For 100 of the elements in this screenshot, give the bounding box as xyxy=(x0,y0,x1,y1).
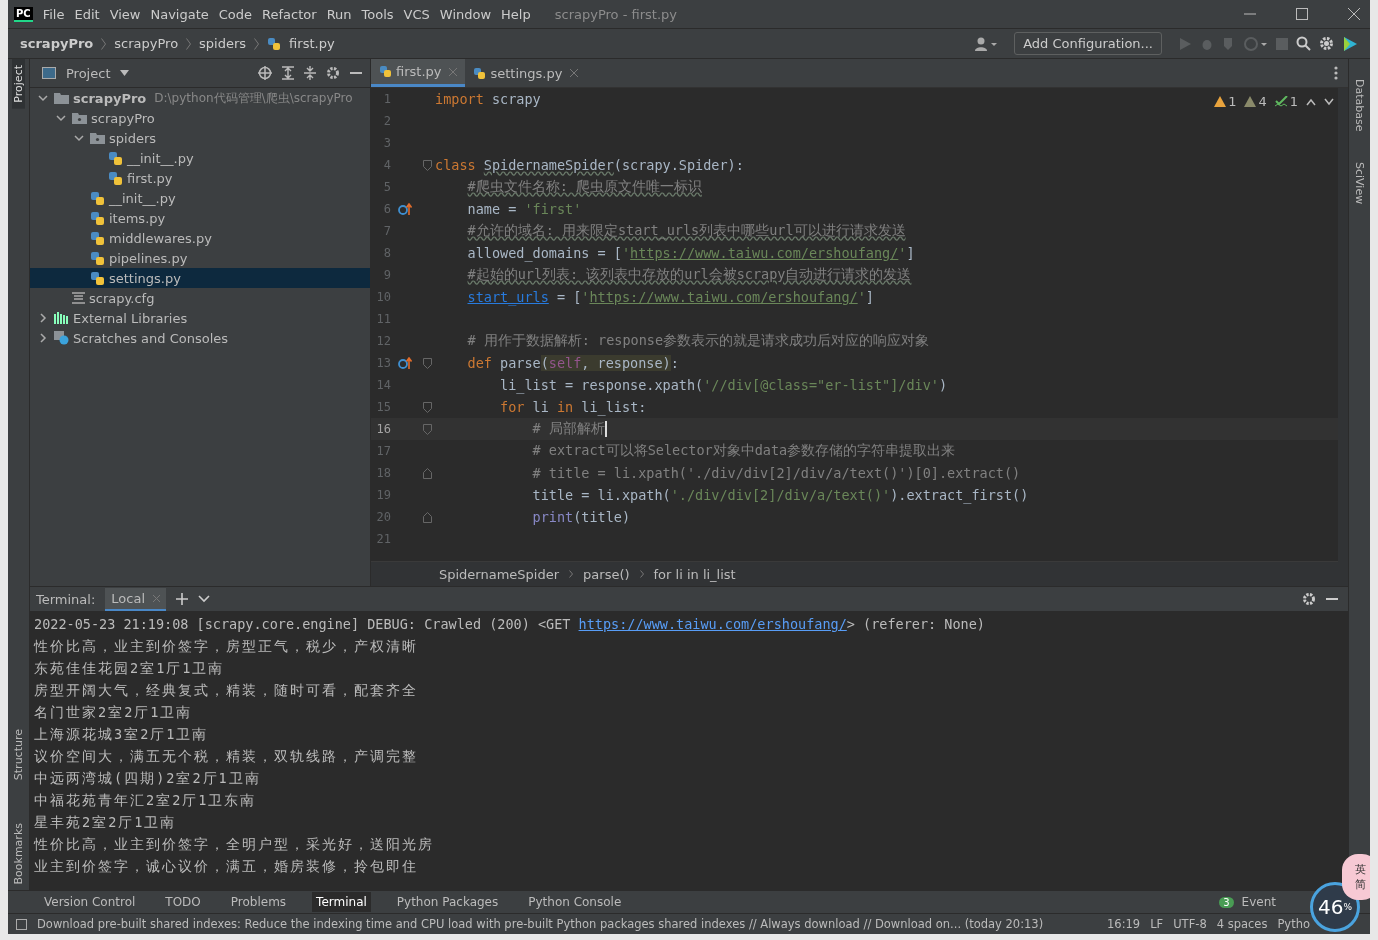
line-number: 14 xyxy=(375,378,391,392)
tree-item[interactable]: Scratches and Consoles xyxy=(30,328,370,348)
tree-item[interactable]: __init__.py xyxy=(30,148,370,168)
collapse-all-icon[interactable] xyxy=(304,66,316,80)
line-separator[interactable]: LF xyxy=(1150,917,1164,931)
chevron-icon[interactable] xyxy=(74,133,86,143)
fold-marker-icon[interactable] xyxy=(422,423,432,435)
line-number: 11 xyxy=(375,312,391,326)
tool-window-tab[interactable]: Database xyxy=(1353,79,1366,132)
file-encoding[interactable]: UTF-8 xyxy=(1173,917,1207,931)
interpreter-setting[interactable]: Pytho xyxy=(1277,917,1310,931)
breadcrumb-item[interactable]: scrapyPro xyxy=(20,36,94,51)
panel-toggle-icon[interactable] xyxy=(16,918,27,930)
tree-item[interactable]: pipelines.py xyxy=(30,248,370,268)
editor-tab[interactable]: first.py xyxy=(371,59,466,87)
menu-item[interactable]: VCS xyxy=(403,6,430,22)
text-cursor xyxy=(604,421,607,437)
tool-window-tab[interactable]: Problems xyxy=(226,892,291,912)
line-number: 20 xyxy=(375,510,391,524)
maximize-icon[interactable] xyxy=(1296,8,1308,20)
tool-window-tab[interactable]: TODO xyxy=(161,892,205,912)
tree-item[interactable]: scrapyPro D:\python代码管理\爬虫\scrapyPro xyxy=(30,88,370,108)
status-message[interactable]: Download pre-built shared indexes: Reduce the indexing time and CPU load with pre-built Python packages shared indexes // Always download // Download on... (today 20:13) xyxy=(37,917,1044,931)
breadcrumb-item[interactable]: first.py xyxy=(289,36,335,51)
menu-item[interactable]: View xyxy=(109,6,141,22)
close-icon[interactable] xyxy=(1348,8,1360,20)
editor-tab[interactable]: settings.py xyxy=(465,59,587,87)
menu-item[interactable]: Code xyxy=(218,6,253,22)
tree-item[interactable]: scrapy.cfg xyxy=(30,288,370,308)
fold-marker-icon[interactable] xyxy=(422,511,432,523)
chevron-icon[interactable] xyxy=(38,93,50,103)
chevron-icon[interactable] xyxy=(56,113,68,123)
tree-item[interactable]: middlewares.py xyxy=(30,228,370,248)
tool-window-tab[interactable]: Python Console xyxy=(524,892,626,912)
settings-icon[interactable] xyxy=(1319,36,1334,51)
weak-warning-count[interactable]: 4 xyxy=(1244,94,1267,109)
menu-item[interactable]: File xyxy=(42,6,65,22)
tool-window-tab[interactable]: Structure xyxy=(12,723,25,787)
typo-count[interactable]: 1 xyxy=(1274,94,1298,109)
url-link[interactable]: https://www.taiwu.com/ershoufang/ xyxy=(578,616,847,632)
fold-marker-icon[interactable] xyxy=(422,467,432,479)
override-icon[interactable] xyxy=(398,202,412,216)
fold-marker-icon[interactable] xyxy=(422,357,432,369)
caret-position[interactable]: 16:19 xyxy=(1107,917,1141,931)
code-line: # extract可以将Selector对象中data参数存储的字符串提取出来 xyxy=(531,442,956,460)
warning-count[interactable]: 1 xyxy=(1214,94,1237,109)
session-tab[interactable]: Local xyxy=(105,587,167,611)
expand-all-icon[interactable] xyxy=(282,66,294,80)
tool-window-tab[interactable]: Terminal xyxy=(312,892,371,912)
add-icon[interactable] xyxy=(176,593,189,605)
menu-item[interactable]: Tools xyxy=(361,6,394,22)
indent-setting[interactable]: 4 spaces xyxy=(1216,917,1268,931)
tool-window-tab[interactable]: Bookmarks xyxy=(12,816,25,890)
tree-item[interactable]: items.py xyxy=(30,208,370,228)
tree-item[interactable]: External Libraries xyxy=(30,308,370,328)
locate-icon[interactable] xyxy=(258,66,272,80)
menu-item[interactable]: Navigate xyxy=(150,6,209,22)
settings-icon[interactable] xyxy=(326,66,340,80)
tree-item[interactable]: __init__.py xyxy=(30,188,370,208)
breadcrumb-item[interactable]: for li in li_list xyxy=(653,566,736,582)
close-icon[interactable] xyxy=(570,69,579,77)
breadcrumb-item[interactable]: spiders xyxy=(199,36,247,51)
fold-marker-icon[interactable] xyxy=(422,159,432,171)
add-configuration-button[interactable]: Add Configuration... xyxy=(1014,32,1162,55)
dropdown-caret-icon[interactable] xyxy=(198,595,211,603)
tool-window-tab[interactable]: SciView xyxy=(1353,161,1366,204)
settings-icon[interactable] xyxy=(1302,592,1316,606)
code-line: # 用作于数据解析: response参数表示的就是请求成功后对应的响应对象 xyxy=(466,332,930,350)
panel-title[interactable]: Project xyxy=(66,65,111,81)
search-icon[interactable] xyxy=(1296,36,1311,51)
breadcrumb-item[interactable]: SpidernameSpider xyxy=(439,566,560,582)
user-icon[interactable] xyxy=(974,36,999,51)
tool-window-tab[interactable]: Project xyxy=(12,59,25,109)
tree-item[interactable]: settings.py xyxy=(30,268,370,288)
menu-item[interactable]: Refactor xyxy=(262,6,317,22)
breadcrumb-item[interactable]: scrapyPro xyxy=(114,36,179,51)
menu-item[interactable]: Help xyxy=(501,6,531,22)
next-icon[interactable] xyxy=(1324,97,1334,106)
breadcrumb-item[interactable]: parse() xyxy=(583,566,630,582)
code-line: name = 'first' xyxy=(466,201,582,217)
event-log-tab[interactable]: Event xyxy=(1237,892,1280,912)
tree-item[interactable]: spiders xyxy=(30,128,370,148)
dropdown-caret-icon[interactable] xyxy=(120,70,130,76)
override-icon[interactable] xyxy=(398,356,412,370)
line-number: 10 xyxy=(375,290,391,304)
previous-icon[interactable] xyxy=(1306,97,1316,106)
tool-window-tab[interactable]: Python Packages xyxy=(392,892,503,912)
fold-marker-icon[interactable] xyxy=(422,401,432,413)
input-method-widget[interactable]: 英 简 xyxy=(1342,854,1370,900)
tree-item[interactable]: first.py xyxy=(30,168,370,188)
tool-window-tab[interactable]: Version Control xyxy=(40,892,140,912)
code-line: def parse(self, response): xyxy=(466,355,679,371)
tree-item[interactable]: scrapyPro xyxy=(30,108,370,128)
menu-item[interactable]: Edit xyxy=(74,6,100,22)
menu-item[interactable]: Window xyxy=(439,6,492,22)
plugin-logo-icon[interactable] xyxy=(1342,35,1358,52)
line-number: 12 xyxy=(375,334,391,348)
menu-item[interactable]: Run xyxy=(326,6,352,22)
terminal-line: 中远两湾城(四期)2室2厅1卫南 xyxy=(34,769,262,788)
more-icon[interactable] xyxy=(1334,66,1338,80)
